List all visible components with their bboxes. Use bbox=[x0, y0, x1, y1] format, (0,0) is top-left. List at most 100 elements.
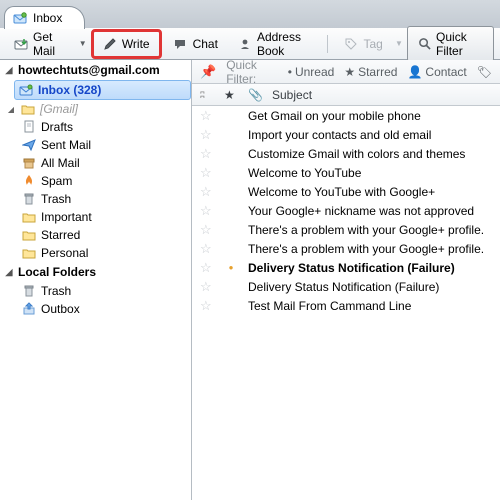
get-mail-button[interactable]: Get Mail bbox=[6, 26, 75, 62]
get-mail-icon bbox=[14, 37, 28, 51]
filter-starred[interactable]: ★Starred bbox=[344, 65, 397, 79]
tutorial-highlight: Write bbox=[91, 29, 162, 59]
folder-label: All Mail bbox=[41, 156, 80, 170]
star-col-icon[interactable]: ★ bbox=[224, 88, 238, 102]
message-row[interactable]: ☆ Import your contacts and old email bbox=[192, 125, 500, 144]
chat-button[interactable]: Chat bbox=[166, 33, 226, 55]
trash-icon bbox=[22, 192, 36, 206]
star-icon[interactable]: ☆ bbox=[200, 279, 214, 295]
folder-personal[interactable]: Personal bbox=[0, 244, 191, 262]
message-subject: Test Mail From Cammand Line bbox=[248, 299, 411, 313]
folder-local-trash[interactable]: Trash bbox=[0, 282, 191, 300]
filter-contact-label: Contact bbox=[425, 65, 466, 79]
folder-sent[interactable]: Sent Mail bbox=[0, 136, 191, 154]
message-subject: Get Gmail on your mobile phone bbox=[248, 109, 421, 123]
folder-spam[interactable]: Spam bbox=[0, 172, 191, 190]
inbox-icon bbox=[19, 83, 33, 97]
message-row[interactable]: ☆ Welcome to YouTube with Google+ bbox=[192, 182, 500, 201]
tag-dropdown[interactable]: ▼ bbox=[395, 39, 403, 48]
write-button[interactable]: Write bbox=[95, 33, 158, 55]
star-icon[interactable]: ☆ bbox=[200, 203, 214, 219]
attachment-col-icon[interactable]: 📎 bbox=[248, 88, 262, 102]
star-icon[interactable]: ☆ bbox=[200, 165, 214, 181]
subject-col[interactable]: Subject bbox=[272, 88, 312, 102]
star-icon[interactable]: ☆ bbox=[200, 184, 214, 200]
star-icon[interactable]: ☆ bbox=[200, 298, 214, 314]
star-icon[interactable]: ☆ bbox=[200, 260, 214, 276]
twisty-icon[interactable]: ◢ bbox=[4, 65, 14, 76]
address-book-icon bbox=[238, 37, 252, 51]
quick-filter-bar: 📌 Quick Filter: •Unread ★Starred 👤Contac… bbox=[192, 60, 500, 84]
get-mail-dropdown[interactable]: ▼ bbox=[79, 39, 87, 48]
message-row[interactable]: ☆ Get Gmail on your mobile phone bbox=[192, 106, 500, 125]
message-subject: Welcome to YouTube with Google+ bbox=[248, 185, 435, 199]
message-row[interactable]: ☆ Welcome to YouTube bbox=[192, 163, 500, 182]
message-row[interactable]: ☆ Your Google+ nickname was not approved bbox=[192, 201, 500, 220]
column-header: ʭ ★ 📎 Subject bbox=[192, 84, 500, 106]
pencil-icon bbox=[103, 37, 117, 51]
address-book-button[interactable]: Address Book bbox=[230, 26, 323, 62]
separator bbox=[327, 35, 332, 53]
message-subject: Delivery Status Notification (Failure) bbox=[248, 280, 439, 294]
twisty-icon[interactable]: ◢ bbox=[6, 105, 16, 114]
star-icon[interactable]: ☆ bbox=[200, 108, 214, 124]
folder-gmail[interactable]: ◢ [Gmail] bbox=[0, 100, 191, 118]
message-subject: Import your contacts and old email bbox=[248, 128, 431, 142]
filter-unread-label: Unread bbox=[295, 65, 334, 79]
star-icon[interactable]: ☆ bbox=[200, 241, 214, 257]
tab-inbox[interactable]: Inbox bbox=[4, 6, 85, 29]
star-icon[interactable]: ☆ bbox=[200, 146, 214, 162]
quick-filter-label: Quick Filter bbox=[436, 30, 483, 58]
quick-filter-button[interactable]: Quick Filter bbox=[407, 26, 494, 62]
message-subject: Delivery Status Notification (Failure) bbox=[248, 261, 455, 275]
folder-important[interactable]: Important bbox=[0, 208, 191, 226]
folder-label: Starred bbox=[41, 228, 80, 242]
tag-label: Tag bbox=[363, 37, 382, 51]
folder-label: Trash bbox=[41, 192, 71, 206]
star-icon[interactable]: ☆ bbox=[200, 222, 214, 238]
filter-unread[interactable]: •Unread bbox=[288, 65, 335, 79]
sent-icon bbox=[22, 138, 36, 152]
message-row[interactable]: ☆There's a problem with your Google+ pro… bbox=[192, 239, 500, 258]
local-folders-row[interactable]: ◢ Local Folders bbox=[0, 262, 191, 282]
tag-button[interactable]: Tag bbox=[336, 33, 390, 55]
folder-all-mail[interactable]: All Mail bbox=[0, 154, 191, 172]
tag-icon bbox=[344, 37, 358, 51]
magnifier-icon bbox=[418, 37, 431, 50]
address-book-label: Address Book bbox=[257, 30, 315, 58]
folder-label: Trash bbox=[41, 284, 71, 298]
account-row[interactable]: ◢ howtechtuts@gmail.com bbox=[0, 60, 191, 80]
star-icon[interactable]: ☆ bbox=[200, 127, 214, 143]
write-label: Write bbox=[122, 37, 150, 51]
filter-contact[interactable]: 👤Contact bbox=[407, 65, 466, 79]
pin-icon[interactable]: 📌 bbox=[200, 64, 216, 80]
inbox-icon bbox=[13, 11, 27, 25]
thread-col-icon[interactable]: ʭ bbox=[200, 90, 214, 100]
folder-label: Important bbox=[41, 210, 92, 224]
message-row[interactable]: ☆There's a problem with your Google+ pro… bbox=[192, 220, 500, 239]
folder-starred[interactable]: Starred bbox=[0, 226, 191, 244]
message-list[interactable]: ☆ Get Gmail on your mobile phone ☆ Import y… bbox=[192, 106, 500, 500]
archive-icon bbox=[22, 156, 36, 170]
message-row[interactable]: ☆ Test Mail From Cammand Line bbox=[192, 296, 500, 315]
tab-bar: Inbox bbox=[0, 0, 500, 28]
message-row[interactable]: ☆ Delivery Status Notification (Failure) bbox=[192, 277, 500, 296]
folder-trash[interactable]: Trash bbox=[0, 190, 191, 208]
folder-label: [Gmail] bbox=[40, 102, 78, 116]
tab-label: Inbox bbox=[33, 11, 62, 25]
star-icon: ★ bbox=[344, 65, 355, 79]
message-subject: Your Google+ nickname was not approved bbox=[248, 204, 474, 218]
toolbar: Get Mail ▼ Write Chat Address Book Tag ▼ bbox=[0, 28, 500, 60]
folder-label: Sent Mail bbox=[41, 138, 91, 152]
folder-outbox[interactable]: Outbox bbox=[0, 300, 191, 318]
chat-label: Chat bbox=[193, 37, 218, 51]
content-pane: 📌 Quick Filter: •Unread ★Starred 👤Contac… bbox=[192, 60, 500, 500]
folder-drafts[interactable]: Drafts bbox=[0, 118, 191, 136]
message-row[interactable]: ☆Customize Gmail with colors and themes bbox=[192, 144, 500, 163]
message-subject: Welcome to YouTube bbox=[248, 166, 361, 180]
filter-tag[interactable]: 🏷 bbox=[477, 65, 492, 79]
folder-inbox[interactable]: Inbox (328) bbox=[14, 80, 191, 100]
local-folders-label: Local Folders bbox=[18, 265, 96, 279]
message-row[interactable]: ☆●Delivery Status Notification (Failure) bbox=[192, 258, 500, 277]
twisty-icon[interactable]: ◢ bbox=[4, 267, 14, 278]
